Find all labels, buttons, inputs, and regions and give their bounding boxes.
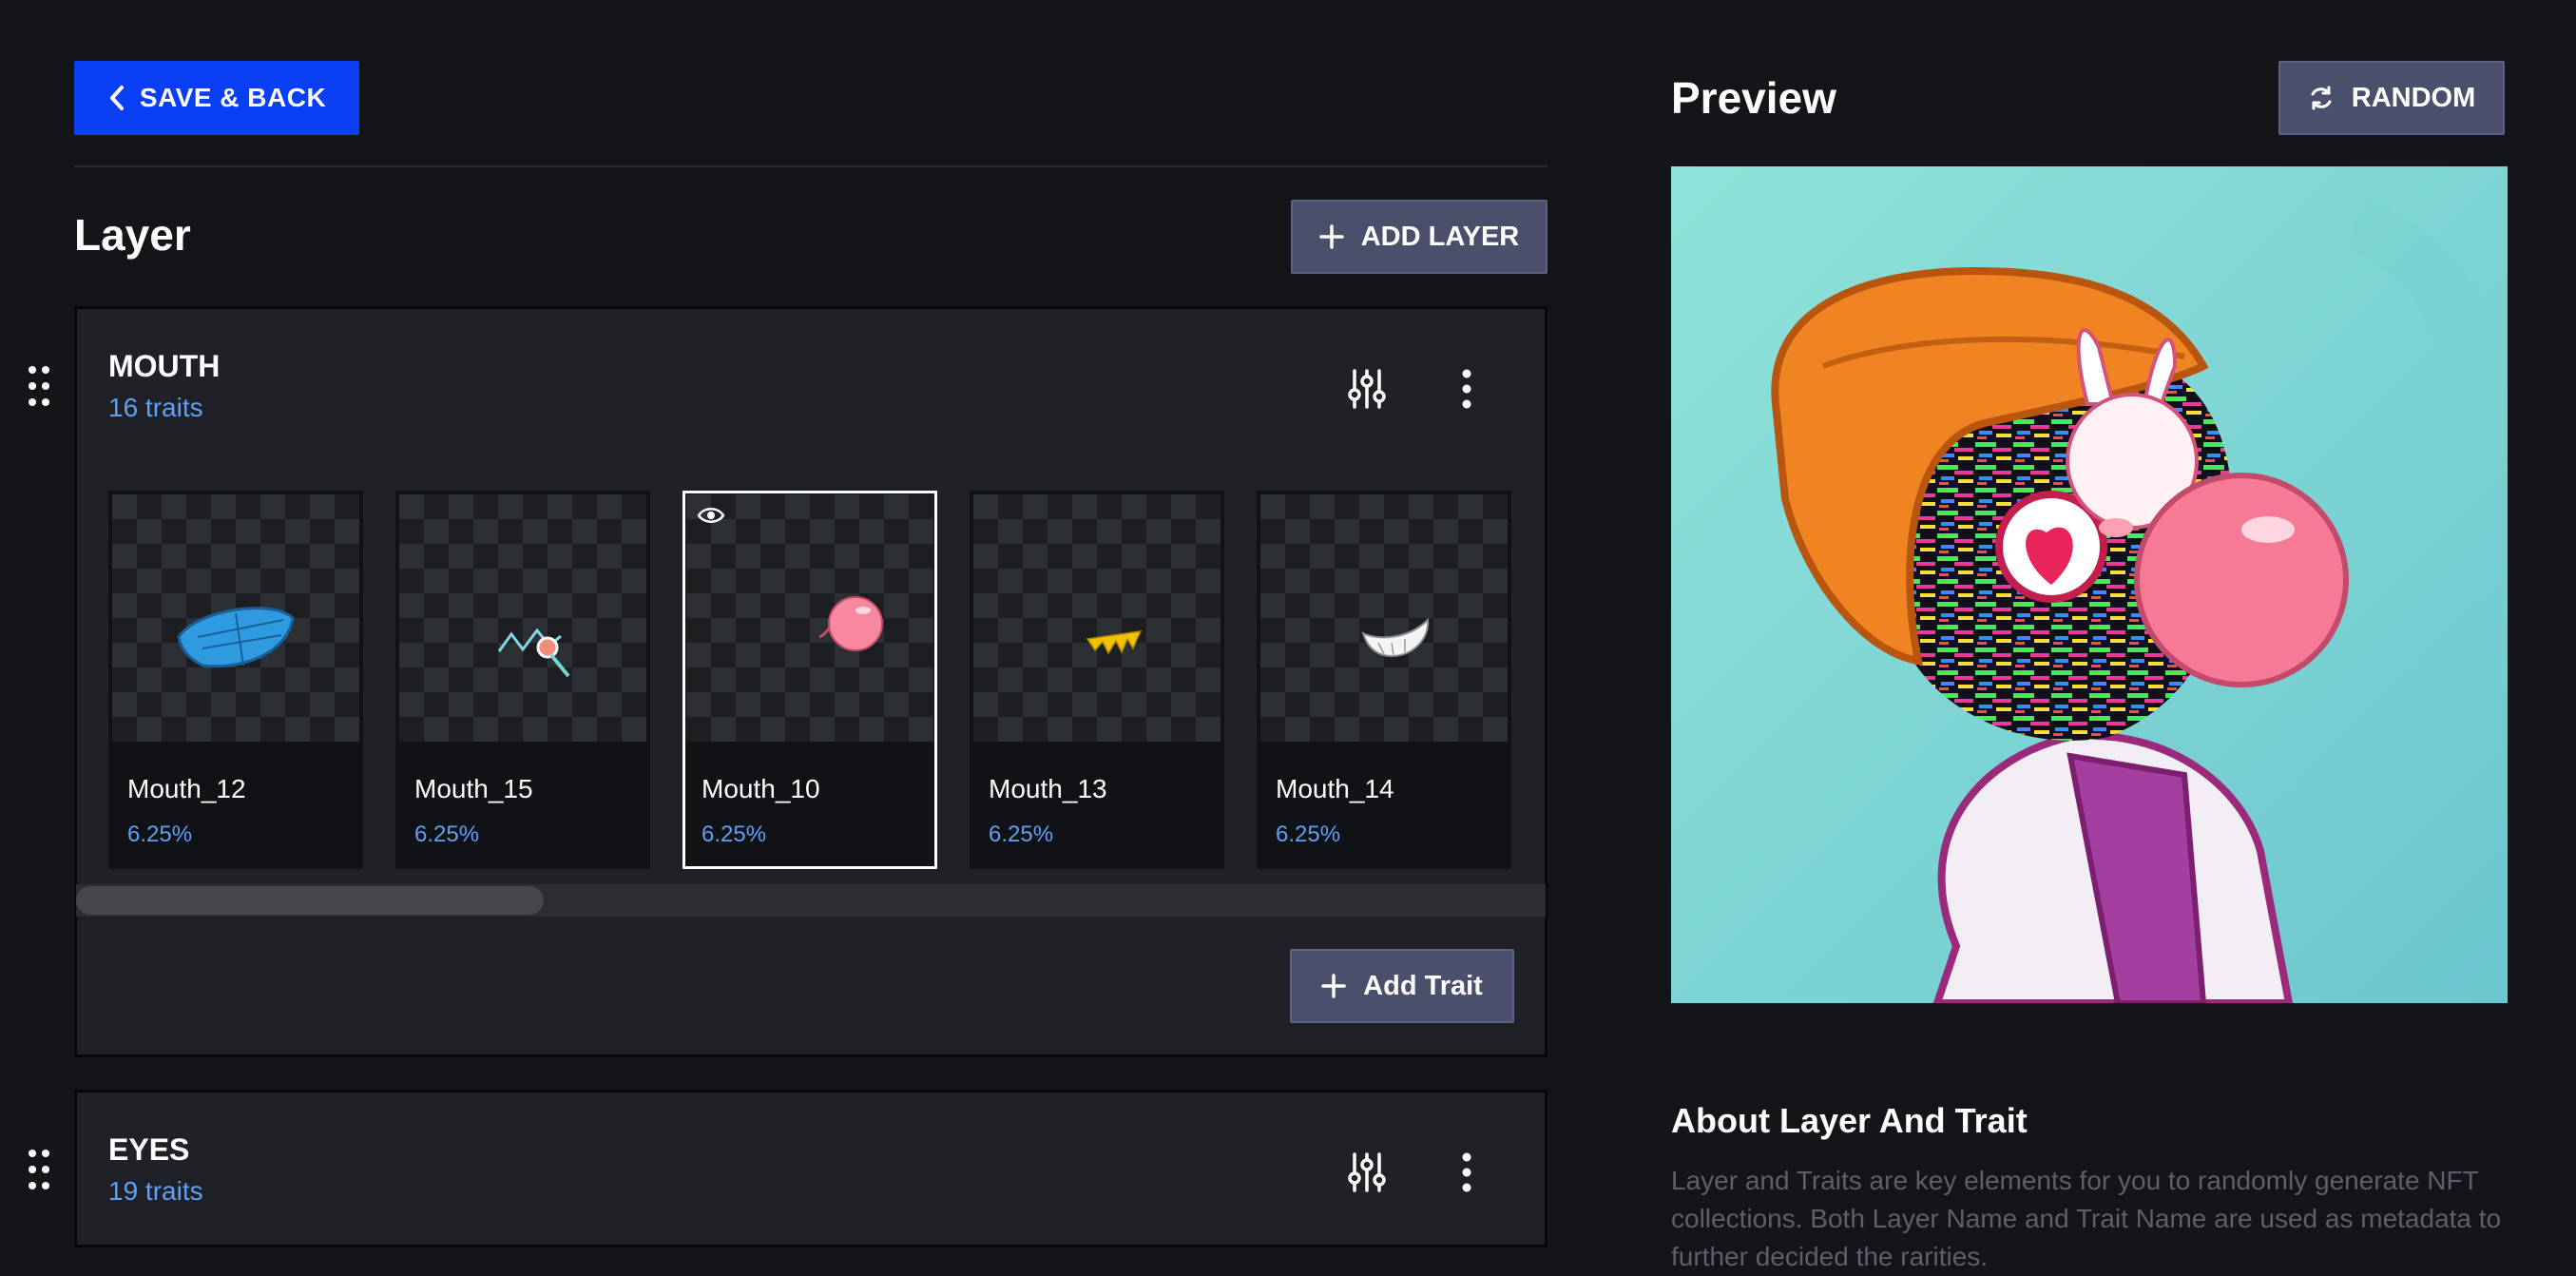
- trait-card[interactable]: Mouth_14 6.25%: [1257, 491, 1511, 869]
- trait-thumbnail: [686, 494, 933, 742]
- trait-card[interactable]: Mouth_12 6.25%: [108, 491, 363, 869]
- preview-image: [1671, 166, 2508, 1003]
- trait-name: Mouth_13: [989, 774, 1107, 803]
- trait-percentage: 6.25%: [702, 822, 767, 847]
- add-layer-button[interactable]: ADD LAYER: [1291, 200, 1548, 274]
- trait-name: Mouth_14: [1276, 774, 1394, 803]
- more-vertical-icon[interactable]: [1460, 1151, 1473, 1193]
- trait-name: Mouth_15: [414, 774, 533, 803]
- layer-trait-count: 16 traits: [108, 393, 203, 422]
- trait-name: Mouth_12: [127, 774, 246, 803]
- about-text: Layer and Traits are key elements for yo…: [1671, 1166, 2502, 1271]
- add-trait-button[interactable]: Add Trait: [1290, 949, 1514, 1023]
- trait-percentage: 6.25%: [414, 822, 480, 847]
- trait-card[interactable]: Mouth_13 6.25%: [970, 491, 1224, 869]
- trait-percentage: 6.25%: [989, 822, 1054, 847]
- chevron-left-icon: [109, 86, 124, 110]
- add-trait-label: Add Trait: [1363, 970, 1483, 1001]
- yellow-teeth-icon: [1086, 630, 1143, 655]
- eye-icon: [697, 508, 725, 523]
- trait-thumbnail: [1260, 494, 1508, 742]
- save-back-label: SAVE & BACK: [139, 83, 327, 112]
- add-layer-label: ADD LAYER: [1360, 221, 1520, 252]
- bubblegum-icon: [818, 596, 883, 651]
- divider: [74, 165, 1548, 167]
- trait-percentage: 6.25%: [1276, 822, 1341, 847]
- sliders-icon[interactable]: [1348, 1151, 1386, 1193]
- layer-name: EYES: [108, 1132, 190, 1167]
- random-label: RANDOM: [2351, 82, 2476, 113]
- plus-icon: [1318, 224, 1344, 249]
- about-title: About Layer And Trait: [1671, 1101, 2028, 1140]
- lollipop-mouth-icon: [497, 628, 570, 678]
- trait-percentage: 6.25%: [127, 822, 193, 847]
- trait-thumbnail: [399, 494, 646, 742]
- trait-thumbnail: [112, 494, 359, 742]
- layer-name: MOUTH: [108, 349, 221, 383]
- sliders-icon[interactable]: [1348, 368, 1386, 410]
- random-button[interactable]: RANDOM: [2278, 61, 2505, 135]
- preview-title: Preview: [1671, 73, 1836, 123]
- white-grin-icon: [1361, 617, 1430, 658]
- trait-card-selected[interactable]: Mouth_10 6.25%: [682, 491, 937, 869]
- scrollbar-thumb[interactable]: [76, 886, 544, 915]
- drag-handle-icon[interactable]: [27, 364, 51, 408]
- trait-card[interactable]: Mouth_15 6.25%: [395, 491, 650, 869]
- refresh-icon: [2311, 86, 2332, 110]
- trait-name: Mouth_10: [702, 774, 820, 803]
- trait-thumbnail: [973, 494, 1221, 742]
- layer-heading: Layer: [74, 210, 191, 260]
- drag-handle-icon[interactable]: [27, 1148, 51, 1191]
- more-vertical-icon[interactable]: [1460, 368, 1473, 410]
- layer-card-eyes: EYES 19 traits: [74, 1090, 1548, 1247]
- save-back-button[interactable]: SAVE & BACK: [74, 61, 359, 135]
- blue-mask-icon: [177, 607, 295, 668]
- layer-trait-count: 19 traits: [108, 1176, 203, 1206]
- plus-icon: [1321, 974, 1346, 998]
